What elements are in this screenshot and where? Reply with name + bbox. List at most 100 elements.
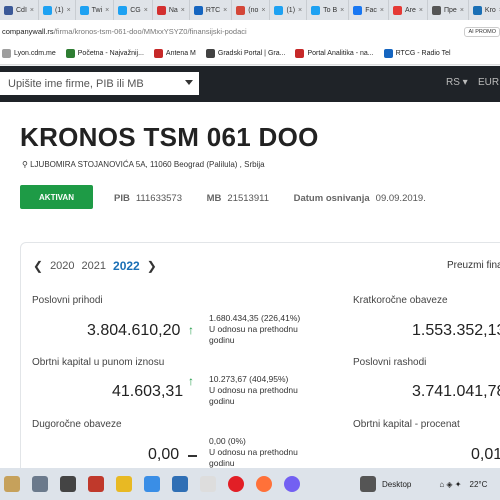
tab-label: Are	[405, 6, 416, 14]
close-icon[interactable]: ×	[144, 7, 148, 14]
arrow-up-icon: ↑	[188, 323, 194, 337]
close-icon[interactable]: ×	[181, 7, 185, 14]
close-icon[interactable]: ×	[67, 7, 71, 14]
browser-tab[interactable]: Kro×	[469, 0, 500, 20]
pib-value: 111633573	[135, 193, 182, 204]
metric-value: 3.804.610,20	[87, 322, 181, 339]
year-2020[interactable]: 2020	[50, 260, 74, 272]
desktop-toolbar-icon[interactable]	[360, 476, 376, 492]
mb-value: 21513911	[227, 193, 269, 204]
bookmark-item[interactable]: RTCG - Radio Tel	[383, 48, 451, 58]
bookmark-favicon-icon	[383, 48, 393, 58]
bookmark-item[interactable]: Lyon.cdm.me	[2, 48, 56, 58]
tab-favicon-icon	[156, 5, 166, 15]
browser-tab[interactable]: RTC ×	[190, 0, 233, 20]
tab-label: (1)	[55, 6, 64, 14]
metric-value: 41.603,31	[112, 383, 184, 400]
browser-tab[interactable]: (1) ×	[270, 0, 308, 20]
ai-promo-badge[interactable]: AI PROMO	[464, 27, 500, 37]
tab-label: Fac	[365, 6, 377, 14]
search-placeholder: Upišite ime firme, PIB ili MB	[8, 77, 144, 90]
browser-tab[interactable]: Na ×	[153, 0, 190, 20]
company-name: KRONOS TSM 061 DOO	[20, 122, 319, 152]
browser-tab[interactable]: (1) ×	[39, 0, 76, 20]
bookmark-favicon-icon	[205, 48, 215, 58]
tab-label: (1)	[286, 6, 296, 14]
metric-value: 1.553.352,13	[412, 322, 500, 339]
metric-change: 1.680.434,35 (226,41%) U odnosu na pretho…	[209, 313, 301, 345]
currency-selector[interactable]: EUR	[478, 77, 499, 88]
year-2022[interactable]: 2022	[113, 259, 140, 273]
bookmark-favicon-icon	[65, 48, 75, 58]
chevron-left-icon[interactable]: ❮	[33, 259, 43, 273]
viber-icon[interactable]	[284, 476, 300, 492]
tab-label: Na	[168, 6, 178, 14]
bookmarks-bar: Lyon.cdm.me Početna - Najvažnij... Antena …	[0, 42, 500, 65]
browser-tab[interactable]: (no ×	[232, 0, 271, 20]
bookmark-favicon-icon	[153, 48, 163, 58]
year-2021[interactable]: 2021	[82, 260, 106, 272]
company-search-input[interactable]: Upišite ime firme, PIB ili MB	[0, 72, 199, 95]
url-text[interactable]: companywall.rs/firma/kronos-tsm-061-doo/…	[0, 27, 247, 36]
close-icon[interactable]: ×	[298, 7, 302, 14]
bookmark-label: Lyon.cdm.me	[14, 49, 56, 57]
financial-card: ❮ 2020 2021 2022 ❯ Preuzmi fina Poslovni…	[20, 242, 500, 484]
close-icon[interactable]: ×	[105, 7, 109, 14]
mail-icon[interactable]	[172, 476, 188, 492]
close-icon[interactable]: ×	[30, 7, 34, 14]
bookmark-item[interactable]: Antena M	[153, 48, 196, 58]
metric-label: Dugoročne obaveze	[32, 419, 122, 430]
widgets-icon[interactable]	[60, 476, 76, 492]
browser-tab[interactable]: Fac ×	[349, 0, 389, 20]
bookmark-label: Antena M	[165, 49, 196, 57]
close-icon[interactable]: ×	[340, 7, 344, 14]
browser-tab[interactable]: CdI ×	[0, 0, 39, 20]
tab-favicon-icon	[311, 5, 321, 15]
blank-app-icon[interactable]	[200, 476, 216, 492]
close-icon[interactable]: ×	[419, 7, 423, 14]
address-bar[interactable]: companywall.rs/firma/kronos-tsm-061-doo/…	[0, 20, 500, 42]
close-icon[interactable]: ×	[460, 7, 464, 14]
tab-favicon-icon	[4, 5, 13, 15]
close-icon[interactable]: ×	[261, 7, 265, 14]
metric-change: 0,00 (0%) U odnosu na prethodnu godinu	[209, 436, 298, 468]
site-header: Upišite ime firme, PIB ili MB RS ▾ EUR	[0, 66, 500, 102]
folder-icon[interactable]	[116, 476, 132, 492]
browser-tab[interactable]: Are ×	[389, 0, 428, 20]
task-view-icon[interactable]	[32, 476, 48, 492]
close-icon[interactable]: ×	[223, 7, 227, 14]
bookmark-item[interactable]: Gradski Portal | Gra...	[205, 48, 285, 58]
browser-tab[interactable]: To B ×	[307, 0, 350, 20]
language-selector[interactable]: RS ▾	[446, 77, 468, 88]
bookmark-item[interactable]: Početna - Najvažnij...	[65, 48, 144, 58]
tab-favicon-icon	[274, 5, 284, 15]
tab-label: CdI	[16, 6, 27, 14]
opera-icon[interactable]	[228, 476, 244, 492]
chevron-right-icon[interactable]: ❯	[147, 259, 157, 273]
chevron-down-icon[interactable]	[185, 80, 193, 85]
firefox-icon[interactable]	[256, 476, 272, 492]
tab-favicon-icon	[193, 5, 203, 15]
download-financials-link[interactable]: Preuzmi fina	[447, 260, 500, 271]
company-page: KRONOS TSM 061 DOO ⚲ LJUBOMIRA STOJANOVI…	[0, 102, 500, 484]
edge-icon[interactable]	[144, 476, 160, 492]
tab-favicon-icon	[79, 5, 89, 15]
tab-label: (no	[248, 6, 259, 14]
browser-tab[interactable]: Twi ×	[76, 0, 115, 20]
store-icon[interactable]	[88, 476, 104, 492]
tray-icons[interactable]: ⌂ ◈ ✦	[439, 480, 461, 489]
temperature[interactable]: 22°C	[470, 480, 488, 489]
tab-favicon-icon	[432, 5, 441, 15]
tab-label: RTC	[205, 6, 221, 14]
bookmark-label: Portal Analitika - na...	[307, 49, 374, 57]
browser-tab[interactable]: Пре ×	[428, 0, 469, 20]
company-identifiers: PIB 111633573 MB 21513911 Datum osnivanja 0…	[114, 193, 426, 204]
close-icon[interactable]: ×	[380, 7, 384, 14]
tab-favicon-icon	[236, 5, 246, 15]
desktop-label[interactable]: Desktop	[382, 480, 411, 489]
search-avatar-icon[interactable]	[4, 476, 20, 492]
tab-label: Пре	[444, 6, 457, 14]
browser-tab[interactable]: CG ×	[114, 0, 153, 20]
metric-value: 0,00	[148, 446, 180, 463]
bookmark-item[interactable]: Portal Analitika - na...	[295, 48, 374, 58]
